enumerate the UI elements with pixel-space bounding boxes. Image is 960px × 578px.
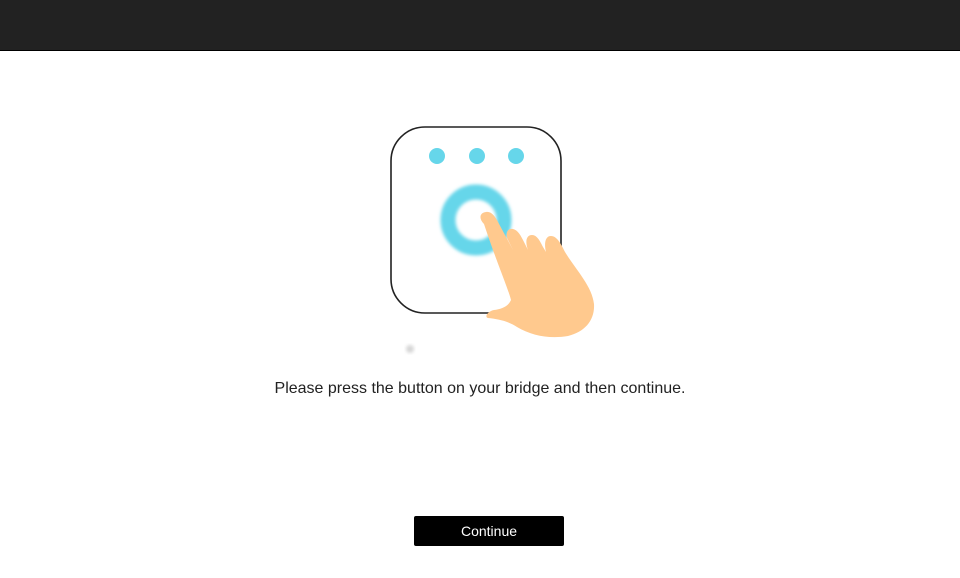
bridge-light-dot	[508, 148, 524, 164]
bridge-light-dot	[469, 148, 485, 164]
bridge-light-dot	[429, 148, 445, 164]
top-bar	[0, 0, 960, 51]
shadow-dot	[406, 345, 414, 353]
press-bridge-button-icon	[390, 126, 595, 353]
bridge-illustration	[380, 118, 610, 358]
continue-button[interactable]: Continue	[414, 516, 564, 546]
instruction-text: Please press the button on your bridge a…	[274, 380, 686, 397]
